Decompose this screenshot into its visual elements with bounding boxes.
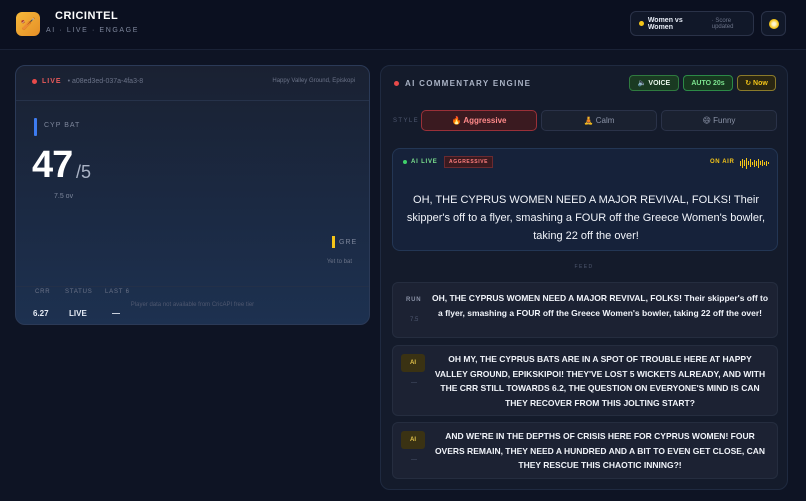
opponent-status: Yet to bat [326,259,352,265]
player-note: Player data not available from CricAPI f… [130,302,255,308]
match-selector[interactable]: Women vs Women · Score updated [630,11,754,36]
panel-title: AI COMMENTARY ENGINE [394,79,531,88]
mode-badge: AGGRESSIVE [444,156,494,168]
status-dot-icon [639,21,644,26]
stat-crr-label: CRR [35,289,51,295]
opponent-marker [332,236,335,248]
live-label: LIVE [42,78,62,85]
feed-tag-ai: AI [401,354,425,372]
feed-over: 7.5 [410,317,419,323]
bat-logo-icon: 🏏 [16,12,40,36]
live-dot-icon [32,79,37,84]
style-funny-button[interactable]: 😄 Funny [661,110,777,131]
feed-over: — [411,380,417,386]
live-indicator: LIVE • a08ed3ed-037a-4fa3-8 [32,78,143,85]
runs: 47 [32,144,73,186]
feed-item: AI — OH MY, THE CYPRUS BATS ARE IN A SPO… [392,345,778,416]
on-air-card: AI LIVE AGGRESSIVE ON AIR OH, THE CYPRUS… [392,148,778,251]
divider [16,100,369,101]
match-status: · Score updated [711,17,734,30]
feed-text: OH, THE CYPRUS WOMEN NEED A MAJOR REVIVA… [431,293,769,318]
stat-last6-value: — [112,309,120,318]
app-root: 🏏 CRICINTEL AI · LIVE · ENGAGE Women vs … [0,0,806,501]
stat-status-value: LIVE [69,309,87,318]
ai-live-label: AI LIVE [403,159,438,165]
style-aggressive-button[interactable]: 🔥 Aggressive [421,110,537,131]
ai-live-dot-icon [403,160,407,164]
overs: 7.5 ov [54,193,74,200]
match-name: Women vs Women [647,16,683,31]
on-air-commentary-text: OH, THE CYPRUS WOMEN NEED A MAJOR REVIVA… [406,194,766,242]
auto-refresh-button[interactable]: AUTO 20s [683,75,733,91]
stat-last6-label: LAST 6 [105,289,130,295]
feed-over: — [411,457,417,463]
batting-team-marker [34,118,37,136]
audio-waveform-icon [740,157,769,169]
refresh-now-button[interactable]: ↻ Now [737,75,776,91]
stat-crr-value: 6.27 [33,309,49,318]
wickets: /5 [76,162,92,182]
feed-tag-run: RUN [406,297,422,303]
commentary-panel: AI COMMENTARY ENGINE 🔈 VOICE AUTO 20s ↻ … [380,65,788,490]
style-calm-button[interactable]: 🧘 Calm [541,110,657,131]
venue: Happy Valley Ground, Episkopi [272,78,355,84]
brand-name: CRICINTEL [55,10,119,22]
on-air-label: ON AIR [710,159,735,165]
feed-label: FEED [574,264,594,270]
top-header: 🏏 CRICINTEL AI · LIVE · ENGAGE Women vs … [0,0,806,50]
sun-icon [768,18,779,29]
opponent-team-label: GRE [339,239,358,246]
voice-toggle-button[interactable]: 🔈 VOICE [629,75,679,91]
feed-tag-ai: AI [401,431,425,449]
live-dot-icon [394,81,399,86]
stat-status-label: STATUS [65,289,93,295]
batting-team-label: CYP BAT [44,122,81,129]
feed-item: RUN 7.5 OH, THE CYPRUS WOMEN NEED A MAJO… [392,282,778,338]
feed-item: AI — AND WE'RE IN THE DEPTHS OF CRISIS H… [392,422,778,479]
brand-tagline: AI · LIVE · ENGAGE [46,27,139,34]
theme-toggle-button[interactable] [761,11,786,36]
match-id: • a08ed3ed-037a-4fa3-8 [67,78,144,85]
score-card: LIVE • a08ed3ed-037a-4fa3-8 Happy Valley… [15,65,370,325]
feed-text: OH MY, THE CYPRUS BATS ARE IN A SPOT OF … [434,354,766,408]
style-label: STYLE [393,118,420,124]
divider [16,286,369,287]
feed-text: AND WE'RE IN THE DEPTHS OF CRISIS HERE F… [434,431,766,470]
